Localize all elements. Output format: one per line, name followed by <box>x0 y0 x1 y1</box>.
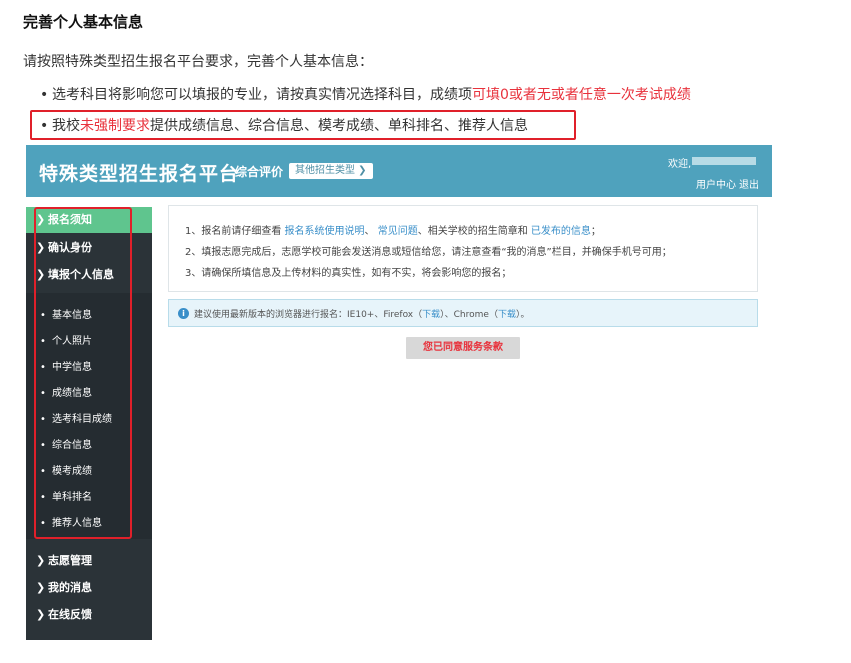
bullet-subjects: • 选考科目将影响您可以填报的专业，请按真实情况选择科目，成绩项可填0或者无或者任… <box>40 84 691 104</box>
chrome-download-link[interactable]: 下载 <box>498 310 516 320</box>
info-icon: i <box>178 308 189 319</box>
sidebar-item-feedback[interactable]: ❯ 在线反馈 <box>26 602 152 628</box>
browser-tip: i 建议使用最新版本的浏览器进行报名：IE10+、Firefox（下载）、Chr… <box>168 299 758 327</box>
bullet2-highlight-box <box>30 110 576 140</box>
notice-line-1: 1、报名前请仔细查看 报名系统使用说明、 常见问题、相关学校的招生简章和 已发布… <box>185 222 601 237</box>
sidebar-highlight-box <box>34 207 132 539</box>
sidebar: ❯ 报名须知 ❯ 确认身份 ❯ 填报个人信息 • 基本信息 • 个人照片 • 中学信息 • 成… <box>26 207 152 640</box>
published-info-link[interactable]: 已发布的信息 <box>531 226 591 237</box>
chevron-right-icon: ❯ <box>36 554 46 567</box>
usage-guide-link[interactable]: 报名系统使用说明 <box>285 226 365 237</box>
welcome-text: 欢迎, <box>668 159 692 170</box>
user-center-link[interactable]: 用户中心 <box>696 176 736 191</box>
tip-text: ）、Chrome（ <box>440 310 498 320</box>
sidebar-item-messages[interactable]: ❯ 我的消息 <box>26 575 152 601</box>
notice-line-2: 2、填报志愿完成后，志愿学校可能会发送消息或短信给您，请注意查看“我的消息”栏目… <box>185 247 672 258</box>
browser-tip-text: 建议使用最新版本的浏览器进行报名：IE10+、Firefox（下载）、Chrom… <box>194 307 529 320</box>
notice-text: 1、报名前请仔细查看 <box>185 226 285 237</box>
bullet-dot: • <box>40 87 49 103</box>
username-redacted <box>692 157 756 165</box>
notice-text: ； <box>590 226 601 237</box>
app-subtitle: 综合评价 <box>235 165 284 179</box>
page-title: 完善个人基本信息 <box>23 13 144 31</box>
sidebar-item-label: 志愿管理 <box>48 554 92 567</box>
app-header: 特殊类型招生报名平台 综合评价 其他招生类型 ❯ 欢迎, 用户中心 退出 <box>26 145 772 197</box>
notice-line-3: 3、请确保所填信息及上传材料的真实性，如有不实，将会影响您的报名； <box>185 268 512 279</box>
bullet1-text: 选考科目将影响您可以填报的专业，请按真实情况选择科目，成绩项 <box>52 87 472 103</box>
notice-text: 、相关学校的招生简章和 <box>417 226 531 237</box>
logout-link[interactable]: 退出 <box>739 176 759 191</box>
chevron-right-icon: ❯ <box>36 581 46 594</box>
intro-text: 请按照特殊类型招生报名平台要求，完善个人基本信息： <box>23 54 373 70</box>
sidebar-item-label: 在线反馈 <box>48 608 92 621</box>
other-type-button[interactable]: 其他招生类型 ❯ <box>289 163 373 179</box>
app-title: 特殊类型招生报名平台 <box>39 163 240 185</box>
notice-text: 、 <box>364 226 378 237</box>
notice-panel: 1、报名前请仔细查看 报名系统使用说明、 常见问题、相关学校的招生简章和 已发布… <box>168 205 758 292</box>
tip-text: ）。 <box>515 310 530 320</box>
firefox-download-link[interactable]: 下载 <box>422 310 440 320</box>
tip-text: 建议使用最新版本的浏览器进行报名：IE10+、Firefox（ <box>194 310 423 320</box>
app-screenshot: 特殊类型招生报名平台 综合评价 其他招生类型 ❯ 欢迎, 用户中心 退出 ❯ 报名… <box>26 145 772 640</box>
faq-link[interactable]: 常见问题 <box>378 226 418 237</box>
sidebar-item-label: 我的消息 <box>48 581 92 594</box>
chevron-right-icon: ❯ <box>36 608 46 621</box>
sidebar-item-volunteer[interactable]: ❯ 志愿管理 <box>26 548 152 574</box>
bullet1-red-text: 可填0或者无或者任意一次考试成绩 <box>472 87 691 103</box>
agree-terms-button[interactable]: 您已同意服务条款 <box>406 337 520 359</box>
